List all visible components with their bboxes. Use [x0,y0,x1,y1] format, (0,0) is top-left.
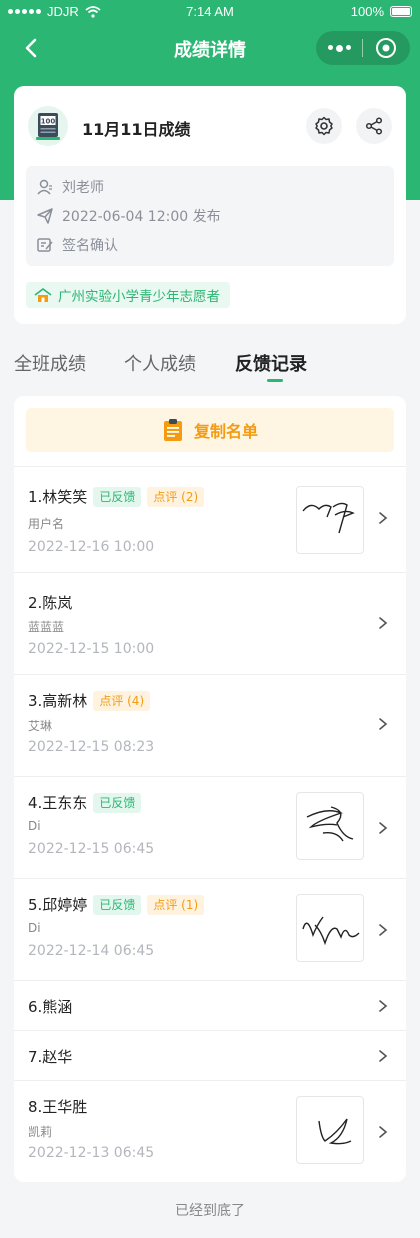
comment-badge: 点评 (4) [93,691,151,711]
user-icon [37,179,52,195]
publish-row: 2022-06-04 12:00 发布 [36,206,221,226]
comment-badge: 点评 (2) [147,487,205,507]
chevron-right-icon [379,1050,388,1062]
signature-image[interactable] [296,486,364,554]
target-icon[interactable] [363,37,409,59]
record-name: 6.熊涵 [28,998,73,1016]
record-name: 5.邱婷婷 [28,896,88,914]
record-sub: Di [28,921,41,935]
signature-image[interactable] [296,792,364,860]
chevron-right-icon [379,1000,388,1012]
record-date: 2022-12-14 06:45 [28,943,155,959]
sign-icon [37,238,53,252]
clipboard-icon [163,419,182,441]
record-sub: 艾琳 [28,719,53,733]
signature-image[interactable] [296,1096,364,1164]
feedback-badge: 已反馈 [93,487,142,507]
chevron-right-icon [379,718,388,730]
tab-bar: 全班成绩 个人成绩 反馈记录 [14,344,406,384]
org-tag: 广州实验小学青少年志愿者 [26,282,230,308]
record-sub: 凯莉 [28,1125,53,1139]
list-item[interactable]: 1.林笑笑 已反馈 点评 (2) 用户名 2022-12-16 10:00 [14,466,406,568]
feedback-badge: 已反馈 [93,793,142,813]
record-name: 8.王华胜 [28,1098,88,1116]
score-info-card: 100 11月11日成绩 刘老师 2022-06-04 12:00 发布 签名确… [14,86,406,324]
share-icon [365,117,383,135]
share-button[interactable] [356,108,392,144]
record-date: 2022-12-13 06:45 [28,1145,155,1161]
chevron-right-icon [379,822,388,834]
tab-active-indicator [267,379,283,382]
list-item[interactable]: 4.王东东 已反馈 Di 2022-12-15 06:45 [14,776,406,878]
nav-bar: 成绩详情 [0,24,420,72]
record-name: 3.高新林 [28,692,88,710]
list-item[interactable]: 2.陈岚 蓝蓝蓝 2022-12-15 10:00 [14,572,406,674]
record-name-row: 4.王东东 已反馈 [28,792,142,813]
list-item[interactable]: 8.王华胜 凯莉 2022-12-13 06:45 [14,1080,406,1182]
record-sub: 用户名 [28,517,65,531]
send-icon [37,208,53,224]
mini-program-capsule [316,31,410,65]
score-board-icon-text: 100 [41,118,56,126]
record-name-row: 5.邱婷婷 已反馈 点评 (1) [28,894,205,915]
record-date: 2022-12-15 10:00 [28,641,155,657]
list-item[interactable]: 6.熊涵 [14,980,406,1030]
record-name: 4.王东东 [28,794,88,812]
record-sub: 蓝蓝蓝 [28,620,65,634]
publish-time: 2022-06-04 12:00 发布 [62,209,221,225]
school-icon [34,288,52,302]
tab-personal-scores[interactable]: 个人成绩 [124,350,196,376]
org-name: 广州实验小学青少年志愿者 [58,289,220,305]
signature-image[interactable] [296,894,364,962]
record-date: 2022-12-16 10:00 [28,539,155,555]
teacher-name: 刘老师 [62,180,104,196]
chevron-right-icon [379,924,388,936]
record-name-row: 1.林笑笑 已反馈 点评 (2) [28,486,205,507]
info-box: 刘老师 2022-06-04 12:00 发布 签名确认 [26,166,394,266]
tab-class-scores[interactable]: 全班成绩 [14,350,86,376]
record-date: 2022-12-15 06:45 [28,841,155,857]
score-board-icon: 100 [28,106,68,146]
status-bar: JDJR 7:14 AM 100% [0,0,420,24]
feedback-badge: 已反馈 [93,895,142,915]
settings-button[interactable] [306,108,342,144]
copy-list-button[interactable]: 复制名单 [26,408,394,452]
sign-row: 签名确认 [36,235,118,255]
list-item[interactable]: 7.赵华 [14,1030,406,1080]
end-of-list-text: 已经到底了 [175,1203,245,1219]
battery-label: 100% [350,4,384,19]
gear-icon [315,116,333,136]
chevron-right-icon [379,1126,388,1138]
record-name-row: 3.高新林 点评 (4) [28,690,151,711]
sign-confirm: 签名确认 [62,238,118,254]
list-item[interactable]: 3.高新林 点评 (4) 艾琳 2022-12-15 08:23 [14,674,406,776]
tab-feedback-records[interactable]: 反馈记录 [235,350,307,376]
record-name: 2.陈岚 [28,594,73,612]
comment-badge: 点评 (1) [147,895,205,915]
record-name: 7.赵华 [28,1048,73,1066]
battery-icon [390,6,412,17]
record-date: 2022-12-15 08:23 [28,739,155,755]
chevron-right-icon [379,617,388,629]
copy-list-label: 复制名单 [193,422,258,441]
record-sub: Di [28,819,41,833]
chevron-right-icon [379,512,388,524]
more-dots-icon[interactable] [316,44,362,52]
record-name: 1.林笑笑 [28,488,88,506]
feedback-list-card: 复制名单 1.林笑笑 已反馈 点评 (2) 用户名 2022-12-16 10:00… [14,396,406,1182]
teacher-row: 刘老师 [36,177,104,197]
score-title: 11月11日成绩 [82,120,191,139]
list-item[interactable]: 5.邱婷婷 已反馈 点评 (1) Di 2022-12-14 06:45 [14,878,406,980]
